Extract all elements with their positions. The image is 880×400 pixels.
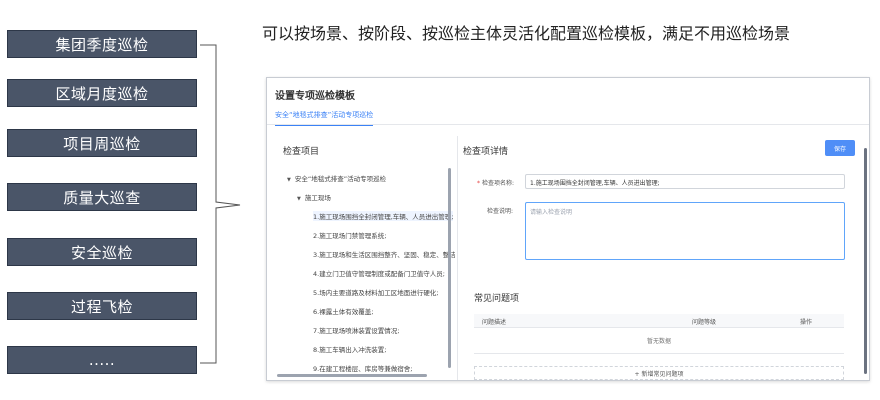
category-group-quarterly[interactable]: 集团季度巡检 [7, 30, 197, 58]
required-mark: * [477, 180, 480, 187]
faq-table-header: 问题描述 问题等级 操作 [474, 314, 844, 328]
category-process-spot-check[interactable]: 过程飞检 [7, 292, 197, 320]
category-project-weekly[interactable]: 项目周巡检 [7, 129, 197, 157]
grouping-brace [200, 44, 241, 364]
desc-label: 检查说明: [487, 208, 514, 215]
tree-item[interactable]: 5.场内主要道路及材料加工区地面进行硬化; [313, 287, 438, 297]
detail-header: 检查项详情 [463, 147, 509, 157]
category-safety-inspection[interactable]: 安全巡检 [7, 238, 197, 266]
tree-item[interactable]: 4.建立门卫值守管理制度或配备门卫值守人员; [313, 268, 445, 278]
col-description: 问题描述 [482, 319, 507, 326]
check-description-field[interactable]: 请输入检查说明 [525, 202, 845, 260]
category-region-monthly[interactable]: 区域月度巡检 [7, 79, 197, 107]
panel-title: 设置专项巡检模板 [275, 91, 355, 102]
tree-item[interactable]: 1.施工现场围挡全封闭管理,车辆、人员进出管理; [313, 211, 454, 221]
tree-group-label: 施工现场 [304, 194, 331, 202]
headline: 可以按场景、按阶段、按巡检主体灵活化配置巡检模板，满足不用巡检场景 [262, 24, 791, 43]
tree-item[interactable]: 7.施工现场喷淋装置设置情况; [313, 325, 399, 335]
tree-group[interactable]: ▼ 施工现场 [297, 192, 331, 202]
tree-root-label: 安全“地毯式排查”活动专项巡检 [294, 175, 387, 183]
tree-vertical-scrollbar[interactable] [448, 168, 451, 368]
add-faq-button[interactable]: + 新增常见问题项 [474, 366, 844, 380]
name-label: * 检查项名称: [477, 178, 514, 187]
template-panel: 设置专项巡检模板 安全“地毯式排查”活动专项巡检 检查项目 ▼ 安全“地毯式排查”… [266, 77, 870, 381]
category-quality-inspection[interactable]: 质量大巡查 [7, 183, 197, 211]
category-more[interactable]: ..... [7, 346, 197, 374]
check-item-name-field[interactable]: 1.施工现场围挡全封闭管理,车辆、人员进出管理; [525, 174, 845, 189]
tab-divider [267, 124, 869, 125]
name-label-text: 检查项名称: [482, 180, 515, 187]
tree-item[interactable]: 6.裸露土体有效覆盖; [313, 306, 373, 316]
faq-empty-state: 暂无数据 [474, 328, 844, 354]
tree-item[interactable]: 3.施工现场和生活区围挡整齐、坚固、稳定、整洁 [313, 249, 455, 259]
check-items-header: 检查项目 [283, 147, 320, 157]
check-items-pane: 检查项目 ▼ 安全“地毯式排查”活动专项巡检 ▼ 施工现场 1.施工现场围挡全封闭管… [275, 136, 455, 380]
tree-root[interactable]: ▼ 安全“地毯式排查”活动专项巡检 [287, 173, 386, 183]
col-actions: 操作 [800, 319, 813, 326]
faq-title: 常见问题项 [474, 294, 520, 304]
col-level: 问题等级 [692, 319, 717, 326]
tree-item[interactable]: 8.施工车辆出入冲洗装置; [313, 344, 386, 354]
caret-down-icon: ▼ [287, 177, 291, 183]
caret-down-icon: ▼ [297, 196, 301, 202]
detail-vertical-scrollbar[interactable] [864, 148, 867, 374]
tree-item[interactable]: 9.在建工程楼层、库房等兼做宿舍; [313, 363, 412, 373]
tree-item[interactable]: 2.施工现场门禁管理系统; [313, 230, 386, 240]
pane-divider [457, 136, 458, 380]
tree-horizontal-scrollbar[interactable] [277, 374, 427, 377]
check-items-tree: ▼ 安全“地毯式排查”活动专项巡检 ▼ 施工现场 1.施工现场围挡全封闭管理,车辆、… [283, 168, 455, 378]
save-button[interactable]: 保存 [825, 140, 855, 156]
